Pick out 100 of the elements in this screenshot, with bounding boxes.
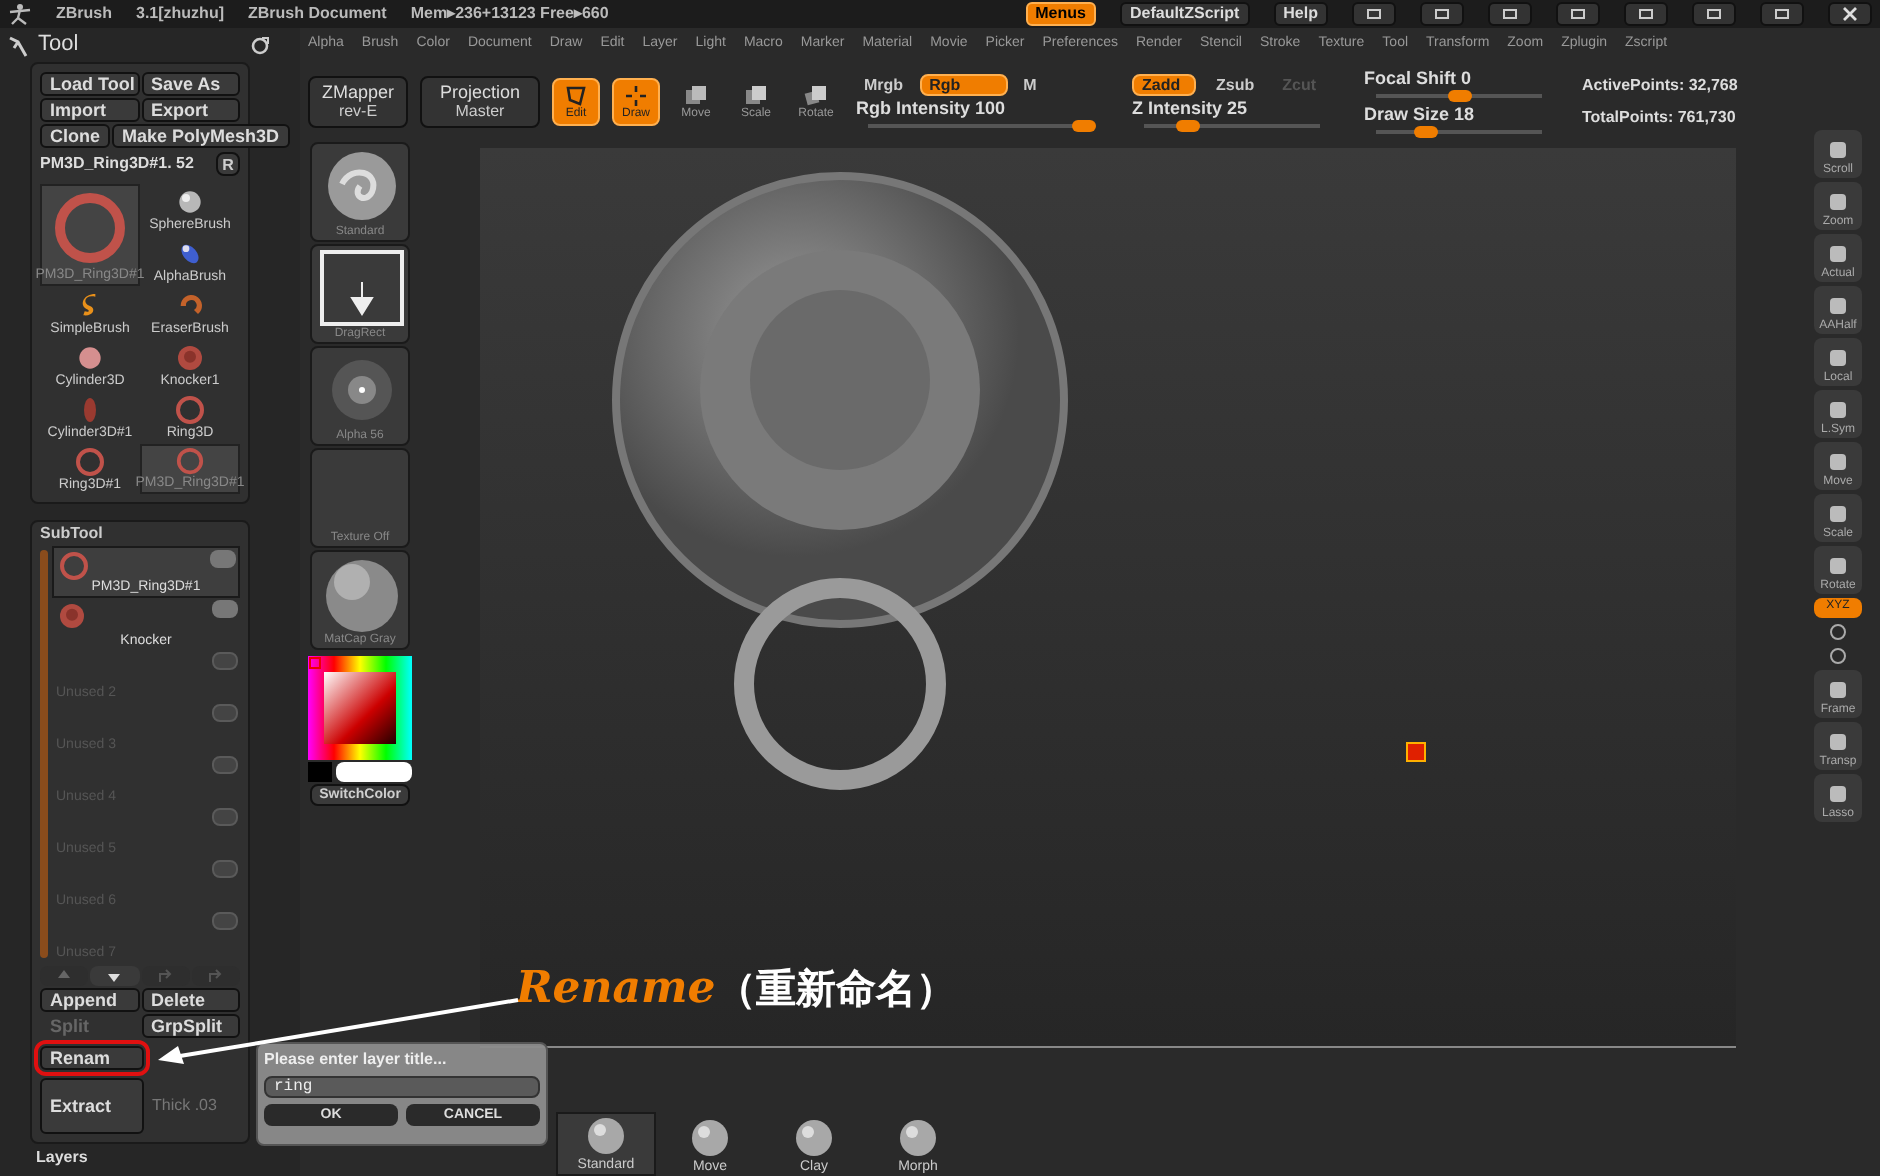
color-mode-button[interactable]: Mrgb <box>856 73 912 95</box>
eye-toggle[interactable] <box>212 600 238 618</box>
hammer-icon <box>6 33 30 57</box>
eye-toggle[interactable] <box>212 652 238 670</box>
tool-icon <box>1826 398 1850 422</box>
ring-icon <box>174 446 206 476</box>
ring-icon <box>58 550 90 582</box>
polygon-icon <box>564 83 588 107</box>
eye-toggle[interactable] <box>212 912 238 930</box>
ring-icon <box>174 394 206 426</box>
tool-icon <box>1826 138 1850 162</box>
eye-toggle[interactable] <box>212 704 238 722</box>
panel-title: SubTool <box>40 522 105 546</box>
thickness-label: Thick .03 <box>152 1094 217 1118</box>
tool-icon <box>1826 450 1850 474</box>
tool-icon <box>1826 346 1850 370</box>
ring-icon <box>50 188 130 268</box>
r-button[interactable]: R <box>216 152 240 176</box>
slider-handle[interactable] <box>1413 125 1438 137</box>
tool-icon <box>1826 554 1850 578</box>
panel-button[interactable]: Renam <box>40 1046 144 1070</box>
panel-button[interactable]: Import <box>40 98 139 122</box>
panel-button[interactable]: Save As <box>141 72 240 96</box>
sphere-icon <box>174 186 206 218</box>
panel-button[interactable]: Make PolyMesh3D <box>112 124 290 148</box>
slider-handle[interactable] <box>1176 119 1200 131</box>
orbit-icon <box>1826 646 1850 666</box>
panel-button[interactable]: Delete <box>141 988 240 1012</box>
marker-square <box>1406 742 1426 762</box>
panel-button[interactable]: Clone <box>40 124 111 148</box>
menu-bar-button[interactable]: Help <box>1273 2 1328 26</box>
tool-icon <box>1826 502 1850 526</box>
tool-icon <box>1826 190 1850 214</box>
knocker-icon <box>174 342 206 374</box>
button-label: ZMapper <box>321 82 394 102</box>
eye-toggle[interactable] <box>212 808 238 826</box>
document-name: ZBrush Document <box>248 2 387 26</box>
tool-icon <box>1826 678 1850 702</box>
refresh-icon <box>250 35 270 55</box>
active-points-label: ActivePoints: 32,768 <box>1582 74 1738 98</box>
panel-button[interactable]: Extract <box>40 1078 144 1134</box>
cube-icon <box>684 83 708 107</box>
knocker-icon <box>56 600 88 632</box>
crosshair-icon <box>624 83 648 107</box>
name-input-field[interactable]: ring <box>264 1076 540 1098</box>
curved-arrow-icon <box>157 968 174 984</box>
eye-toggle[interactable] <box>212 860 238 878</box>
annotation-note: （重新命名） <box>715 965 956 1015</box>
menu-bar-button[interactable]: Menus <box>1025 2 1096 26</box>
plugin-button[interactable]: Projection Master <box>420 76 540 128</box>
eye-toggle[interactable] <box>212 756 238 774</box>
color-mode-button[interactable]: M <box>1015 73 1045 95</box>
panel-button[interactable]: Append <box>40 988 139 1012</box>
tool-icon <box>1826 782 1850 806</box>
brush-sphere-icon <box>794 1118 834 1158</box>
menu-bar-button[interactable]: DefaultZScript <box>1119 2 1250 26</box>
panel-title: Layers <box>36 1146 88 1170</box>
brush-sphere-icon <box>898 1118 938 1158</box>
z-mode-button[interactable]: Zsub <box>1208 73 1263 95</box>
orbit-icon <box>1826 622 1850 642</box>
dialog-prompt: Please enter layer title... <box>264 1050 449 1070</box>
panel-button[interactable]: Export <box>141 98 240 122</box>
tool-icon <box>1826 242 1850 266</box>
up-arrow-icon <box>56 968 73 984</box>
current-tool-label: PM3D_Ring3D#1. 52 <box>40 152 196 176</box>
app-name: ZBrush <box>56 2 112 26</box>
z-mode-button[interactable]: Zadd <box>1132 73 1196 95</box>
button-label: rev-E <box>338 102 378 122</box>
sphere-icon <box>74 342 106 374</box>
brush-sphere-icon <box>690 1118 730 1158</box>
panel-button[interactable]: Load Tool <box>40 72 139 96</box>
app-version: 3.1[zhuzhu] <box>136 2 224 26</box>
curved-arrow-icon <box>207 968 224 984</box>
cube-icon <box>804 83 828 107</box>
down-arrow-icon <box>106 968 123 984</box>
slider-label: Z Intensity 25 <box>1132 97 1250 119</box>
slider-handle[interactable] <box>1072 119 1096 131</box>
slider-label: Rgb Intensity 100 <box>856 97 1008 119</box>
color-picker-icon <box>308 656 412 760</box>
cube-icon <box>744 83 768 107</box>
figure-icon <box>8 2 32 26</box>
plugin-button[interactable]: ZMapper rev-E <box>308 76 408 128</box>
close-button[interactable] <box>1828 2 1872 26</box>
color-mode-button[interactable]: Rgb <box>919 73 1008 95</box>
primary-color-swatch[interactable] <box>336 762 412 782</box>
secondary-color-swatch[interactable] <box>308 762 332 782</box>
slider-label: Draw Size 18 <box>1364 103 1477 125</box>
scroll-bar[interactable] <box>40 550 48 958</box>
annotation-title: Rename <box>516 960 716 1018</box>
ring-icon <box>74 446 106 478</box>
arrow-button[interactable] <box>90 966 139 986</box>
eye-toggle[interactable] <box>210 550 236 568</box>
tool-icon <box>1826 294 1850 318</box>
slider-label: Focal Shift 0 <box>1364 67 1474 89</box>
tool-icon <box>1826 730 1850 754</box>
slider-handle[interactable] <box>1447 89 1471 101</box>
total-points-label: TotalPoints: 761,730 <box>1582 106 1738 130</box>
button-label: Projection <box>439 82 521 102</box>
panel-button[interactable]: GrpSplit <box>141 1014 240 1038</box>
memory-info: Mem▸236+13123 Free▸660 <box>410 2 609 26</box>
